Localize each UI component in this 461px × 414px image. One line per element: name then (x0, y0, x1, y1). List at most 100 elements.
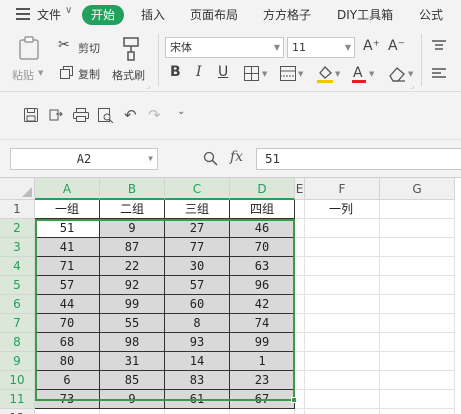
insert-function-button[interactable]: fx (230, 149, 243, 165)
cell-d3[interactable]: 70 (230, 238, 295, 257)
tab-diy-toolbox[interactable]: DIY工具箱 (337, 6, 393, 23)
cell-a11[interactable]: 73 (35, 390, 100, 409)
cell-d11[interactable]: 67 (230, 390, 295, 409)
cell-c12[interactable] (165, 409, 230, 414)
clear-dropdown-icon[interactable]: ▼ (408, 70, 413, 78)
cell-d12[interactable] (230, 409, 295, 414)
row-header-4[interactable]: 4 (0, 257, 35, 276)
cell-a2[interactable]: 51 (35, 219, 100, 238)
row-header-9[interactable]: 9 (0, 352, 35, 371)
cell-d2[interactable]: 46 (230, 219, 295, 238)
cell-c8[interactable]: 93 (165, 333, 230, 352)
paste-dropdown-icon[interactable]: ▼ (38, 69, 43, 77)
decrease-font-size-button[interactable]: A⁻ (388, 38, 405, 54)
formula-input[interactable]: 51 (256, 148, 461, 170)
row-header-12[interactable]: 12 (0, 409, 35, 414)
print-preview-icon[interactable] (98, 108, 114, 123)
cell-e5[interactable] (295, 276, 305, 295)
font-group-expander[interactable]: ⌟ (411, 82, 414, 90)
cell-g12[interactable] (380, 409, 455, 414)
cell-e2[interactable] (295, 219, 305, 238)
cell-d8[interactable]: 99 (230, 333, 295, 352)
cell-b5[interactable]: 92 (100, 276, 165, 295)
column-header-e[interactable]: E (295, 178, 305, 200)
name-box-dropdown-icon[interactable]: ▼ (148, 149, 153, 169)
undo-icon[interactable]: ↶ (124, 106, 137, 124)
column-header-g[interactable]: G (380, 178, 455, 200)
cell-d5[interactable]: 96 (230, 276, 295, 295)
cell-d10[interactable]: 23 (230, 371, 295, 390)
row-header-7[interactable]: 7 (0, 314, 35, 333)
cell-b1[interactable]: 二组 (100, 200, 165, 219)
font-color-icon[interactable]: A (351, 64, 367, 84)
column-header-f[interactable]: F (305, 178, 380, 200)
cell-f3[interactable] (305, 238, 380, 257)
cell-a8[interactable]: 68 (35, 333, 100, 352)
cell-b7[interactable]: 55 (100, 314, 165, 333)
cell-c3[interactable]: 77 (165, 238, 230, 257)
row-header-6[interactable]: 6 (0, 295, 35, 314)
cell-f10[interactable] (305, 371, 380, 390)
cell-g2[interactable] (380, 219, 455, 238)
tab-page-layout[interactable]: 页面布局 (190, 6, 238, 23)
cell-c11[interactable]: 61 (165, 390, 230, 409)
cell-d4[interactable]: 63 (230, 257, 295, 276)
row-header-3[interactable]: 3 (0, 238, 35, 257)
cell-c1[interactable]: 三组 (165, 200, 230, 219)
cell-style-dropdown-icon[interactable]: ▼ (298, 70, 303, 78)
cell-b2[interactable]: 9 (100, 219, 165, 238)
row-header-11[interactable]: 11 (0, 390, 35, 409)
cell-e10[interactable] (295, 371, 305, 390)
cell-g9[interactable] (380, 352, 455, 371)
cell-f7[interactable] (305, 314, 380, 333)
cell-e9[interactable] (295, 352, 305, 371)
cell-d7[interactable]: 74 (230, 314, 295, 333)
print-icon[interactable] (73, 108, 89, 122)
cell-a4[interactable]: 71 (35, 257, 100, 276)
cell-d9[interactable]: 1 (230, 352, 295, 371)
cell-d6[interactable]: 42 (230, 295, 295, 314)
row-header-1[interactable]: 1 (0, 200, 35, 219)
cell-b9[interactable]: 31 (100, 352, 165, 371)
menu-file[interactable]: 文件 (37, 6, 61, 23)
cell-f9[interactable] (305, 352, 380, 371)
cell-f5[interactable] (305, 276, 380, 295)
row-header-10[interactable]: 10 (0, 371, 35, 390)
paste-button[interactable]: 粘贴 ▼ (10, 36, 46, 88)
eraser-icon[interactable] (388, 66, 406, 82)
borders-icon[interactable] (244, 66, 259, 81)
cell-g7[interactable] (380, 314, 455, 333)
underline-button[interactable]: U (218, 64, 228, 80)
copy-button[interactable]: 复制 (58, 65, 108, 83)
cell-f11[interactable] (305, 390, 380, 409)
cell-g5[interactable] (380, 276, 455, 295)
clipboard-group-expander[interactable]: ⌟ (147, 82, 150, 90)
cell-a9[interactable]: 80 (35, 352, 100, 371)
bold-button[interactable]: B (170, 64, 181, 80)
cell-c9[interactable]: 14 (165, 352, 230, 371)
tab-formulas[interactable]: 公式 (419, 6, 443, 23)
cell-f1[interactable]: 一列 (305, 200, 380, 219)
cell-c4[interactable]: 30 (165, 257, 230, 276)
tab-home[interactable]: 开始 (82, 5, 124, 25)
format-painter-button[interactable]: 格式刷 (110, 36, 152, 88)
align-left-icon[interactable] (432, 68, 446, 80)
cell-a5[interactable]: 57 (35, 276, 100, 295)
cell-f8[interactable] (305, 333, 380, 352)
cell-a3[interactable]: 41 (35, 238, 100, 257)
cell-e4[interactable] (295, 257, 305, 276)
column-header-b[interactable]: B (100, 178, 165, 200)
zoom-function-icon[interactable] (203, 151, 218, 166)
cell-f2[interactable] (305, 219, 380, 238)
row-header-5[interactable]: 5 (0, 276, 35, 295)
align-top-icon[interactable] (432, 40, 446, 52)
tab-insert[interactable]: 插入 (141, 6, 165, 23)
italic-button[interactable]: I (196, 64, 202, 80)
cell-e6[interactable] (295, 295, 305, 314)
font-size-select[interactable]: 11 ▼ (287, 37, 355, 58)
font-name-select[interactable]: 宋体 ▼ (165, 37, 284, 58)
cell-a10[interactable]: 6 (35, 371, 100, 390)
cell-b10[interactable]: 85 (100, 371, 165, 390)
cell-c5[interactable]: 57 (165, 276, 230, 295)
name-box[interactable]: A2 ▼ (10, 148, 158, 170)
